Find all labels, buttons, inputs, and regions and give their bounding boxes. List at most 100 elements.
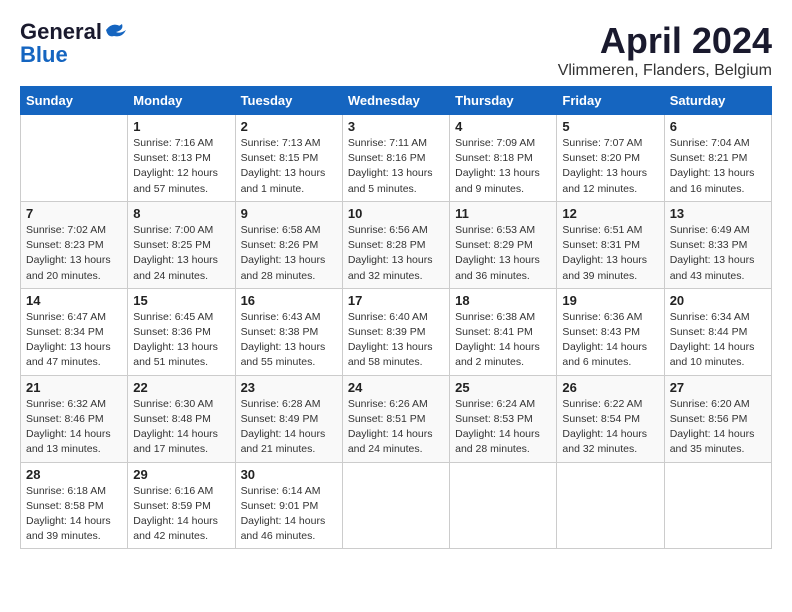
- week-row-4: 21Sunrise: 6:32 AMSunset: 8:46 PMDayligh…: [21, 375, 772, 462]
- day-info: Sunrise: 6:26 AMSunset: 8:51 PMDaylight:…: [348, 397, 444, 458]
- day-info: Sunrise: 6:22 AMSunset: 8:54 PMDaylight:…: [562, 397, 658, 458]
- day-cell: 24 Sunrise: 6:26 AMSunset: 8:51 PMDayligh…: [342, 375, 449, 462]
- day-info: Sunrise: 6:51 AMSunset: 8:31 PMDaylight:…: [562, 223, 658, 284]
- day-cell: 20Sunrise: 6:34 AMSunset: 8:44 PMDayligh…: [664, 288, 771, 375]
- day-info: Sunrise: 7:02 AMSunset: 8:23 PMDaylight:…: [26, 223, 122, 284]
- day-cell: 7 Sunrise: 7:02 AMSunset: 8:23 PMDaylight…: [21, 201, 128, 288]
- day-cell: 8 Sunrise: 7:00 AMSunset: 8:25 PMDaylight…: [128, 201, 235, 288]
- week-row-1: 1 Sunrise: 7:16 AMSunset: 8:13 PMDaylight…: [21, 115, 772, 202]
- calendar-table: SundayMondayTuesdayWednesdayThursdayFrid…: [20, 86, 772, 549]
- day-cell: 27 Sunrise: 6:20 AMSunset: 8:56 PMDayligh…: [664, 375, 771, 462]
- day-info: Sunrise: 6:18 AMSunset: 8:58 PMDaylight:…: [26, 484, 122, 545]
- header-row: SundayMondayTuesdayWednesdayThursdayFrid…: [21, 87, 772, 115]
- day-cell: 21Sunrise: 6:32 AMSunset: 8:46 PMDayligh…: [21, 375, 128, 462]
- day-cell: 22 Sunrise: 6:30 AMSunset: 8:48 PMDayligh…: [128, 375, 235, 462]
- day-cell: 28Sunrise: 6:18 AMSunset: 8:58 PMDayligh…: [21, 462, 128, 549]
- day-info: Sunrise: 6:38 AMSunset: 8:41 PMDaylight:…: [455, 310, 551, 371]
- day-number: 16: [241, 293, 337, 308]
- logo-blue-text: Blue: [20, 42, 68, 67]
- header-tuesday: Tuesday: [235, 87, 342, 115]
- day-number: 19: [562, 293, 658, 308]
- day-number: 1: [133, 119, 229, 134]
- day-cell: 19 Sunrise: 6:36 AMSunset: 8:43 PMDayligh…: [557, 288, 664, 375]
- day-info: Sunrise: 7:09 AMSunset: 8:18 PMDaylight:…: [455, 136, 551, 197]
- day-info: Sunrise: 6:47 AMSunset: 8:34 PMDaylight:…: [26, 310, 122, 371]
- day-info: Sunrise: 7:11 AMSunset: 8:16 PMDaylight:…: [348, 136, 444, 197]
- day-number: 9: [241, 206, 337, 221]
- week-row-2: 7 Sunrise: 7:02 AMSunset: 8:23 PMDaylight…: [21, 201, 772, 288]
- day-cell: [557, 462, 664, 549]
- subtitle: Vlimmeren, Flanders, Belgium: [558, 62, 772, 80]
- day-cell: 1 Sunrise: 7:16 AMSunset: 8:13 PMDaylight…: [128, 115, 235, 202]
- day-cell: 11 Sunrise: 6:53 AMSunset: 8:29 PMDayligh…: [450, 201, 557, 288]
- day-info: Sunrise: 6:53 AMSunset: 8:29 PMDaylight:…: [455, 223, 551, 284]
- day-cell: [21, 115, 128, 202]
- day-cell: 17Sunrise: 6:40 AMSunset: 8:39 PMDayligh…: [342, 288, 449, 375]
- header-monday: Monday: [128, 87, 235, 115]
- day-info: Sunrise: 7:16 AMSunset: 8:13 PMDaylight:…: [133, 136, 229, 197]
- day-number: 24: [348, 380, 444, 395]
- day-info: Sunrise: 6:49 AMSunset: 8:33 PMDaylight:…: [670, 223, 766, 284]
- day-info: Sunrise: 6:56 AMSunset: 8:28 PMDaylight:…: [348, 223, 444, 284]
- day-number: 25: [455, 380, 551, 395]
- page-header: General Blue April 2024 Vlimmeren, Fland…: [20, 20, 772, 80]
- day-cell: 13 Sunrise: 6:49 AMSunset: 8:33 PMDayligh…: [664, 201, 771, 288]
- day-number: 15: [133, 293, 229, 308]
- day-number: 30: [241, 467, 337, 482]
- day-cell: 29Sunrise: 6:16 AMSunset: 8:59 PMDayligh…: [128, 462, 235, 549]
- day-info: Sunrise: 7:00 AMSunset: 8:25 PMDaylight:…: [133, 223, 229, 284]
- day-cell: 18 Sunrise: 6:38 AMSunset: 8:41 PMDayligh…: [450, 288, 557, 375]
- day-number: 8: [133, 206, 229, 221]
- day-number: 22: [133, 380, 229, 395]
- day-cell: 30Sunrise: 6:14 AMSunset: 9:01 PMDayligh…: [235, 462, 342, 549]
- day-cell: 14 Sunrise: 6:47 AMSunset: 8:34 PMDayligh…: [21, 288, 128, 375]
- day-number: 6: [670, 119, 766, 134]
- day-info: Sunrise: 7:07 AMSunset: 8:20 PMDaylight:…: [562, 136, 658, 197]
- header-friday: Friday: [557, 87, 664, 115]
- day-number: 21: [26, 380, 122, 395]
- day-number: 13: [670, 206, 766, 221]
- day-number: 27: [670, 380, 766, 395]
- day-number: 20: [670, 293, 766, 308]
- title-block: April 2024 Vlimmeren, Flanders, Belgium: [558, 20, 772, 80]
- header-wednesday: Wednesday: [342, 87, 449, 115]
- day-number: 14: [26, 293, 122, 308]
- day-cell: [664, 462, 771, 549]
- day-cell: 16Sunrise: 6:43 AMSunset: 8:38 PMDayligh…: [235, 288, 342, 375]
- day-cell: 6 Sunrise: 7:04 AMSunset: 8:21 PMDaylight…: [664, 115, 771, 202]
- main-title: April 2024: [558, 20, 772, 62]
- day-number: 2: [241, 119, 337, 134]
- day-number: 5: [562, 119, 658, 134]
- header-thursday: Thursday: [450, 87, 557, 115]
- day-cell: [342, 462, 449, 549]
- day-cell: 4Sunrise: 7:09 AMSunset: 8:18 PMDaylight…: [450, 115, 557, 202]
- day-info: Sunrise: 6:30 AMSunset: 8:48 PMDaylight:…: [133, 397, 229, 458]
- day-number: 26: [562, 380, 658, 395]
- day-info: Sunrise: 7:13 AMSunset: 8:15 PMDaylight:…: [241, 136, 337, 197]
- day-number: 7: [26, 206, 122, 221]
- day-number: 18: [455, 293, 551, 308]
- day-number: 10: [348, 206, 444, 221]
- day-cell: 12 Sunrise: 6:51 AMSunset: 8:31 PMDayligh…: [557, 201, 664, 288]
- week-row-5: 28Sunrise: 6:18 AMSunset: 8:58 PMDayligh…: [21, 462, 772, 549]
- day-number: 12: [562, 206, 658, 221]
- logo: General Blue: [20, 20, 126, 68]
- logo-bird-icon: [104, 22, 126, 38]
- header-saturday: Saturday: [664, 87, 771, 115]
- day-cell: 25Sunrise: 6:24 AMSunset: 8:53 PMDayligh…: [450, 375, 557, 462]
- day-number: 17: [348, 293, 444, 308]
- day-info: Sunrise: 6:58 AMSunset: 8:26 PMDaylight:…: [241, 223, 337, 284]
- day-info: Sunrise: 7:04 AMSunset: 8:21 PMDaylight:…: [670, 136, 766, 197]
- day-cell: 3Sunrise: 7:11 AMSunset: 8:16 PMDaylight…: [342, 115, 449, 202]
- day-number: 29: [133, 467, 229, 482]
- day-number: 11: [455, 206, 551, 221]
- day-number: 23: [241, 380, 337, 395]
- day-info: Sunrise: 6:36 AMSunset: 8:43 PMDaylight:…: [562, 310, 658, 371]
- day-cell: 9 Sunrise: 6:58 AMSunset: 8:26 PMDaylight…: [235, 201, 342, 288]
- day-cell: 2 Sunrise: 7:13 AMSunset: 8:15 PMDaylight…: [235, 115, 342, 202]
- day-info: Sunrise: 6:20 AMSunset: 8:56 PMDaylight:…: [670, 397, 766, 458]
- day-cell: [450, 462, 557, 549]
- day-cell: 15Sunrise: 6:45 AMSunset: 8:36 PMDayligh…: [128, 288, 235, 375]
- day-cell: 5 Sunrise: 7:07 AMSunset: 8:20 PMDaylight…: [557, 115, 664, 202]
- week-row-3: 14 Sunrise: 6:47 AMSunset: 8:34 PMDayligh…: [21, 288, 772, 375]
